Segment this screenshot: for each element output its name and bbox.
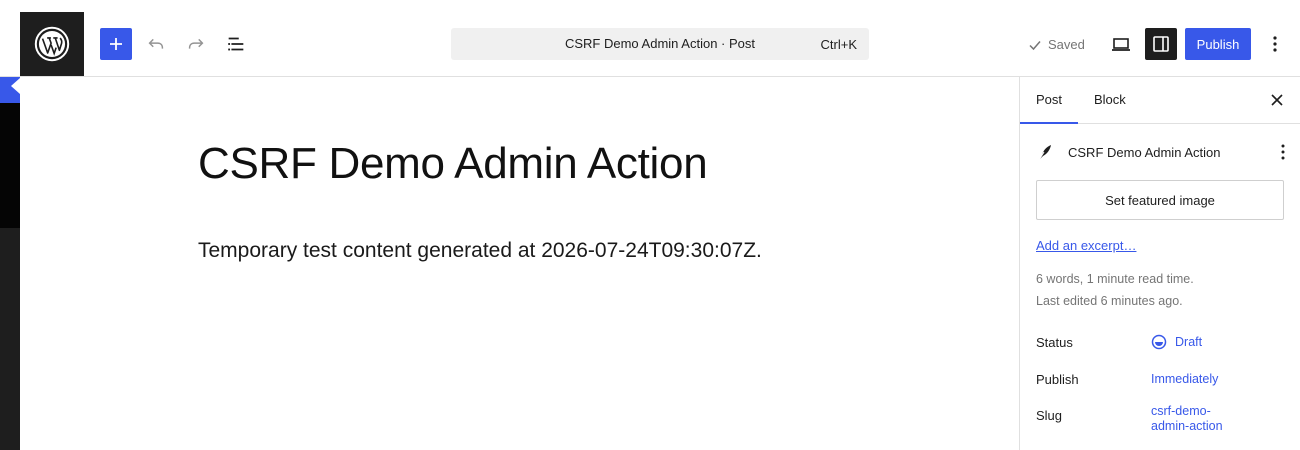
admin-active-notch (11, 78, 20, 94)
close-icon (1271, 94, 1283, 106)
undo-icon (148, 38, 164, 49)
options-menu-button[interactable] (1262, 28, 1288, 60)
set-featured-image-button[interactable]: Set featured image (1036, 180, 1284, 220)
more-vertical-icon (1273, 36, 1277, 52)
editor-header: CSRF Demo Admin Action · Post Ctrl+K Sav… (0, 0, 1300, 77)
publish-button[interactable]: Publish (1185, 28, 1251, 60)
close-sidebar-button[interactable] (1268, 91, 1286, 109)
add-block-button[interactable] (100, 28, 132, 60)
sidebar-settings-icon (1153, 36, 1169, 52)
command-bar-title: CSRF Demo Admin Action · Post (564, 36, 755, 51)
plus-icon (110, 38, 122, 50)
add-excerpt-link[interactable]: Add an excerpt… (1036, 238, 1136, 253)
wordpress-logo-button[interactable] (20, 12, 84, 76)
post-summary-row: CSRF Demo Admin Action (1036, 141, 1286, 163)
last-edited-text: Last edited 6 minutes ago. (1036, 294, 1183, 308)
draft-status-icon (1151, 334, 1167, 350)
post-content-paragraph[interactable]: Temporary test content generated at 2026… (198, 239, 762, 263)
tab-block[interactable]: Block (1094, 92, 1126, 107)
slug-value-line2: admin-action (1151, 419, 1223, 433)
wordpress-logo-icon (34, 26, 70, 62)
redo-button[interactable] (180, 28, 212, 60)
undo-button[interactable] (140, 28, 172, 60)
settings-sidebar-toggle[interactable] (1145, 28, 1177, 60)
publish-date-button[interactable]: Immediately (1151, 372, 1218, 387)
status-value-button[interactable]: Draft (1151, 334, 1202, 350)
publish-label: Publish (1036, 372, 1079, 387)
status-value: Draft (1175, 334, 1203, 349)
post-title[interactable]: CSRF Demo Admin Action (198, 139, 708, 189)
slug-value-line1: csrf-demo- (1151, 404, 1211, 418)
post-actions-button[interactable] (1280, 143, 1286, 166)
document-overview-button[interactable] (220, 28, 252, 60)
saved-label: Saved (1048, 37, 1085, 52)
active-tab-indicator (1020, 122, 1078, 124)
slug-label: Slug (1036, 408, 1063, 423)
saved-indicator: Saved (1028, 37, 1085, 52)
command-bar-shortcut: Ctrl+K (820, 37, 857, 52)
post-summary-title: CSRF Demo Admin Action (1068, 144, 1221, 160)
tab-post[interactable]: Post (1036, 92, 1062, 107)
sidebar-tabs: Post Block (1020, 77, 1300, 124)
editor-canvas[interactable]: CSRF Demo Admin Action Temporary test co… (20, 77, 1019, 450)
status-label: Status (1036, 335, 1073, 350)
redo-icon (188, 38, 204, 49)
slug-value-button[interactable]: csrf-demo- admin-action (1151, 404, 1223, 434)
settings-sidebar: Post Block CSRF Demo Admin Action Set fe… (1019, 77, 1300, 450)
admin-menu-block (0, 103, 20, 228)
document-overview-icon (228, 37, 244, 51)
preview-button[interactable] (1106, 28, 1136, 60)
desktop-preview-icon (1112, 38, 1130, 51)
word-count-text: 6 words, 1 minute read time. (1036, 272, 1194, 286)
command-palette-bar[interactable]: CSRF Demo Admin Action · Post Ctrl+K (451, 28, 869, 60)
more-vertical-icon (1281, 144, 1285, 160)
check-icon (1029, 40, 1041, 50)
feather-icon (1038, 145, 1051, 161)
